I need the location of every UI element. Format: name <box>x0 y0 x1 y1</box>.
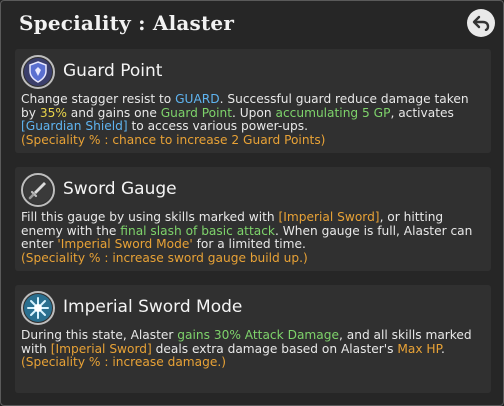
desc-text: and gains one <box>66 105 161 120</box>
sword-icon <box>21 173 55 207</box>
keyword-guard: GUARD <box>175 92 220 106</box>
keyword-imperial-sword-mode: 'Imperial Sword Mode' <box>57 237 193 251</box>
keyword-max-hp: Max HP <box>397 341 442 356</box>
desc-text: Change stagger resist to <box>21 92 176 106</box>
speciality-description: During this state, Alaster gains 30% Att… <box>21 328 487 370</box>
keyword-guardian-shield: [Guardian Shield] <box>21 119 128 133</box>
keyword-imperial-sword: [Imperial Sword] <box>278 210 380 224</box>
page-title: Speciality : Alaster <box>19 11 235 35</box>
speciality-card-imperial-sword-mode: Imperial Sword Mode During this state, A… <box>15 285 491 393</box>
desc-text: . <box>441 341 445 356</box>
speciality-note: (Speciality % : increase sword gauge bui… <box>21 250 308 265</box>
back-button[interactable] <box>467 9 495 37</box>
keyword-final-slash: final slash of basic attack <box>120 223 275 238</box>
speciality-card-sword-gauge: Sword Gauge Fill this gauge by using ski… <box>15 167 491 271</box>
desc-text: to access various power-ups. <box>127 119 308 133</box>
panel-header: Speciality : Alaster <box>1 1 503 47</box>
speciality-card-guard-point: Guard Point Change stagger resist to GUA… <box>15 49 491 153</box>
speciality-note: (Speciality % : increase damage.) <box>21 355 227 369</box>
keyword-percent: 35% <box>39 105 67 120</box>
desc-text: deals extra damage based on Alaster's <box>151 341 398 356</box>
speciality-description: Fill this gauge by using skills marked w… <box>21 210 487 265</box>
burst-icon <box>21 291 55 325</box>
desc-text: . Upon <box>232 105 276 120</box>
desc-text: During this state, Alaster <box>21 328 178 342</box>
desc-text: Fill this gauge by using skills marked w… <box>21 210 279 224</box>
shield-icon <box>21 55 55 89</box>
back-arrow-icon <box>472 15 490 31</box>
keyword-imperial-sword: [Imperial Sword] <box>50 341 152 356</box>
speciality-name: Sword Gauge <box>63 179 177 199</box>
speciality-description: Change stagger resist to GUARD. Successf… <box>21 92 487 147</box>
desc-text: for a limited time. <box>192 237 306 251</box>
speciality-note: (Speciality % : chance to increase 2 Gua… <box>21 132 326 147</box>
keyword-attack-damage: gains 30% Attack Damage <box>177 328 339 342</box>
keyword-guard-point: Guard Point <box>160 105 233 120</box>
speciality-panel: Speciality : Alaster Guard Point Change … <box>0 0 504 406</box>
desc-text: , activates <box>390 105 454 120</box>
keyword-accumulating: accumulating 5 GP <box>275 105 391 120</box>
speciality-name: Imperial Sword Mode <box>63 297 243 317</box>
speciality-name: Guard Point <box>63 61 163 81</box>
